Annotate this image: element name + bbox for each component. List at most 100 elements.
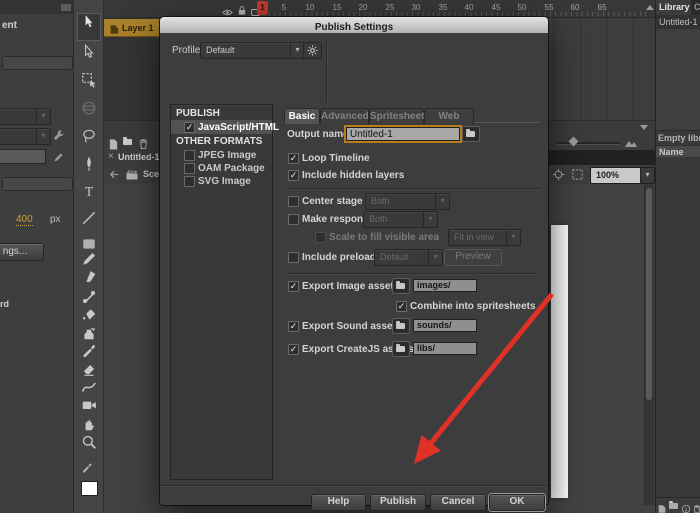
help-button[interactable]: Help <box>311 494 366 511</box>
3d-rotation-tool-icon[interactable] <box>81 100 97 116</box>
ok-button[interactable]: OK <box>489 494 545 511</box>
output-name-folder-button[interactable] <box>462 126 480 142</box>
properties-text-field[interactable] <box>0 149 46 164</box>
combine-spritesheets-checkbox[interactable]: ✓ <box>396 301 407 312</box>
export-image-checkbox[interactable]: ✓ <box>288 281 299 292</box>
include-hidden-layers-checkbox[interactable]: ✓ <box>288 170 299 181</box>
free-transform-tool-icon[interactable] <box>81 72 97 88</box>
playhead-marker[interactable]: 1 <box>257 1 268 15</box>
subselection-tool-icon[interactable] <box>81 44 97 60</box>
stage-edge[interactable] <box>551 225 568 498</box>
edit-symbols-crosshair-icon[interactable] <box>552 168 565 181</box>
export-sound-folder-button[interactable] <box>392 318 410 334</box>
tab-library[interactable]: Library <box>656 0 691 15</box>
tab-advanced[interactable]: Advanced <box>320 108 369 124</box>
export-image-label[interactable]: Export Image assets: <box>302 281 403 292</box>
clip-bounds-icon[interactable] <box>571 168 584 181</box>
scale-fill-checkbox[interactable] <box>315 232 326 243</box>
chevron-down-icon[interactable]: ▾ <box>640 168 654 183</box>
loop-timeline-checkbox[interactable]: ✓ <box>288 153 299 164</box>
export-createjs-path-input[interactable]: libs/ <box>413 342 477 355</box>
export-image-path-input[interactable]: images/ <box>413 279 477 292</box>
center-stage-dropdown[interactable]: Both ▾ <box>365 193 450 210</box>
export-sound-path-input[interactable]: sounds/ <box>413 319 477 332</box>
export-sound-label[interactable]: Export Sound assets: <box>302 321 405 332</box>
export-image-folder-button[interactable] <box>392 278 410 294</box>
delete-layer-trash-icon[interactable] <box>138 137 151 150</box>
center-stage-checkbox[interactable] <box>288 196 299 207</box>
eraser-tool-icon[interactable] <box>81 361 97 377</box>
properties-section-bar-2[interactable] <box>2 177 73 191</box>
lasso-tool-icon[interactable] <box>81 128 97 144</box>
timeline-scroll-down-arrow[interactable] <box>640 125 648 130</box>
dialog-title-bar[interactable]: Publish Settings <box>160 17 548 33</box>
eyedropper-tool-icon[interactable] <box>81 343 97 359</box>
fill-color-swatch[interactable] <box>81 481 98 496</box>
scale-fill-dropdown[interactable]: Fit in view ▾ <box>448 229 521 246</box>
cancel-button[interactable]: Cancel <box>430 494 486 511</box>
scene-label-partial[interactable]: Sce <box>143 169 159 179</box>
stage-vertical-scrollbar[interactable] <box>644 184 654 505</box>
properties-dropdown-2[interactable]: ▾ <box>0 128 51 145</box>
layer-row-selected[interactable]: Layer 1 <box>104 19 161 37</box>
javascript-html-checkbox[interactable]: ✓ <box>184 122 195 133</box>
stage-zoom-dropdown[interactable]: 100% ▾ <box>590 167 655 184</box>
make-responsive-checkbox[interactable] <box>288 214 299 225</box>
properties-dropdown-1[interactable]: ▾ <box>0 108 51 125</box>
width-tool-icon[interactable] <box>81 379 97 395</box>
new-layer-icon[interactable] <box>108 137 121 150</box>
selection-tool-icon[interactable] <box>81 14 97 30</box>
tab-web-fonts[interactable]: Web fonts <box>424 108 474 124</box>
eye-icon[interactable] <box>222 4 235 17</box>
preloader-dropdown[interactable]: Default ▾ <box>374 249 443 266</box>
paint-bucket-tool-icon[interactable] <box>81 307 97 323</box>
stage-width-value[interactable]: 400 <box>16 214 33 226</box>
pencil-tool-icon[interactable] <box>81 251 97 267</box>
library-item-list[interactable] <box>656 157 700 497</box>
tab-spritesheet[interactable]: Spritesheet <box>369 108 424 124</box>
export-createjs-folder-button[interactable] <box>392 341 410 357</box>
line-tool-icon[interactable] <box>81 210 97 226</box>
jpeg-checkbox[interactable] <box>184 150 195 161</box>
close-tab-icon[interactable]: × <box>108 151 114 162</box>
bone-tool-icon[interactable] <box>81 289 97 305</box>
tab-basic[interactable]: Basic <box>284 108 320 124</box>
export-createjs-checkbox[interactable]: ✓ <box>288 344 299 355</box>
properties-section-bar[interactable] <box>2 56 73 70</box>
rectangle-tool-icon[interactable] <box>81 236 97 252</box>
svg-checkbox[interactable] <box>184 176 195 187</box>
panel-collapse-button[interactable] <box>61 4 71 11</box>
stroke-color-eyedropper-icon[interactable] <box>81 462 97 478</box>
format-item-javascript-html[interactable]: ✓ JavaScript/HTML <box>171 120 272 134</box>
export-sound-checkbox[interactable]: ✓ <box>288 321 299 332</box>
pen-tool-icon[interactable] <box>81 156 97 172</box>
oam-checkbox[interactable] <box>184 163 195 174</box>
timeline-scroll-up-arrow[interactable] <box>646 5 654 10</box>
chevron-down-icon[interactable]: ▾ <box>290 43 304 58</box>
format-item-svg[interactable]: SVG Image <box>171 175 272 188</box>
text-tool-icon[interactable]: T <box>81 183 97 199</box>
include-hidden-layers-label[interactable]: Include hidden layers <box>302 170 404 181</box>
ink-bottle-tool-icon[interactable] <box>81 325 97 341</box>
center-stage-label[interactable]: Center stage <box>302 196 363 207</box>
loop-timeline-label[interactable]: Loop Timeline <box>302 153 370 164</box>
back-arrow-icon[interactable] <box>107 168 120 181</box>
format-item-jpeg[interactable]: JPEG Image <box>171 149 272 162</box>
stage-vertical-scrollbar-thumb[interactable] <box>646 188 652 400</box>
wrench-icon[interactable] <box>52 129 65 142</box>
delete-item-trash-icon[interactable] <box>692 501 700 513</box>
profile-dropdown[interactable]: Default ▾ <box>200 42 305 59</box>
include-preloader-checkbox[interactable] <box>288 252 299 263</box>
timeline-ruler[interactable]: 1 5 10 15 20 25 30 35 40 45 50 55 60 65 <box>104 0 655 18</box>
frame-zoom-slider-track[interactable] <box>556 142 620 144</box>
format-item-oam[interactable]: OAM Package <box>171 162 272 175</box>
output-name-input[interactable] <box>346 127 460 141</box>
lock-icon[interactable] <box>237 3 250 16</box>
preloader-preview-button[interactable]: Preview <box>444 249 502 266</box>
include-preloader-label[interactable]: Include preloader <box>302 252 385 263</box>
make-responsive-dropdown[interactable]: Both ▾ <box>363 211 438 228</box>
hand-tool-icon[interactable] <box>81 416 97 432</box>
pencil-edit-icon[interactable] <box>53 150 66 163</box>
frame-zoom-slider-thumb[interactable] <box>569 137 579 147</box>
tab-cc-libraries-partial[interactable]: CC <box>694 2 700 12</box>
